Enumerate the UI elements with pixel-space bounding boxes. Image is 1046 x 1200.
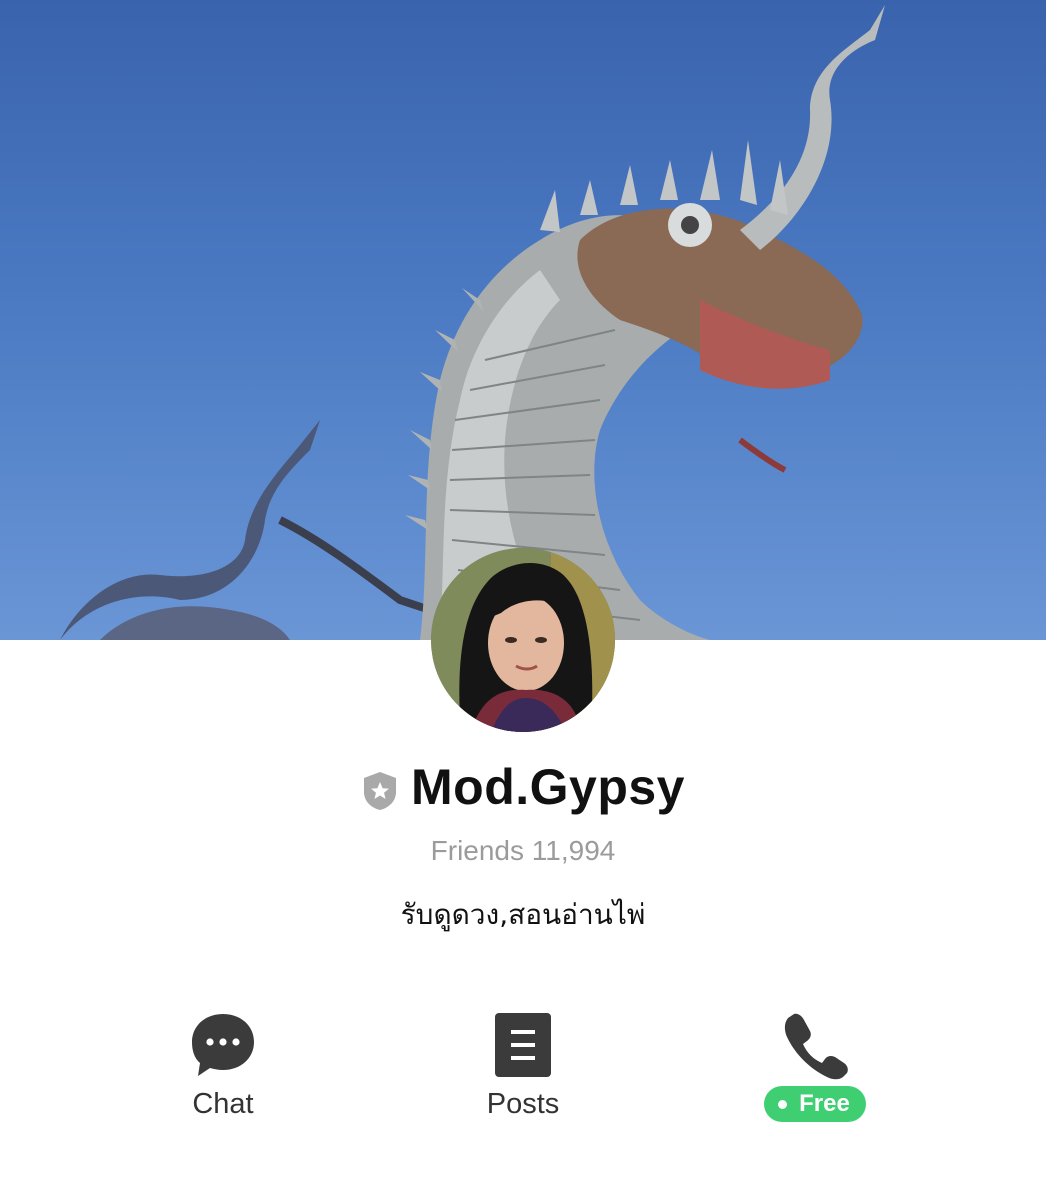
profile-name-row: Mod.Gypsy: [0, 758, 1046, 816]
online-dot-icon: [778, 1099, 788, 1109]
status-message: รับดูดวง,สอนอ่านไพ่: [400, 898, 646, 931]
shield-star-icon: [361, 766, 399, 810]
free-call-button[interactable]: Free: [695, 1000, 935, 1122]
friends-count[interactable]: Friends 11,994: [0, 835, 1046, 867]
avatar[interactable]: [431, 548, 615, 732]
free-badge: Free: [764, 1086, 866, 1122]
chat-bubble-icon: [103, 1000, 343, 1080]
naga-statue-illustration: [60, 5, 885, 640]
posts-button[interactable]: Posts: [403, 1000, 643, 1121]
chat-label: Chat: [192, 1088, 254, 1120]
phone-icon: [695, 1000, 935, 1080]
posts-label: Posts: [486, 1088, 560, 1120]
cover-photo[interactable]: [0, 0, 1046, 640]
document-icon: [403, 1000, 643, 1080]
profile-photo: [431, 548, 615, 732]
chat-button[interactable]: Chat: [103, 1000, 343, 1121]
profile-name: Mod.Gypsy: [411, 759, 685, 815]
free-label: Free: [799, 1090, 850, 1117]
